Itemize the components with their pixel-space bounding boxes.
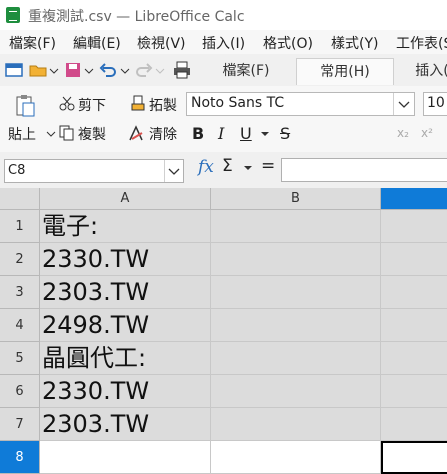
copy-button[interactable]: 複製 (78, 124, 106, 144)
italic-button[interactable]: I (218, 124, 224, 143)
select-all-corner[interactable] (0, 188, 40, 210)
cell-c3[interactable] (381, 276, 447, 309)
row-header-4[interactable]: 4 (0, 309, 40, 342)
name-box-value: C8 (8, 163, 26, 178)
font-size-combobox[interactable]: 10 (423, 92, 447, 116)
underline-button[interactable]: U (240, 124, 252, 143)
sum-dropdown-icon[interactable] (243, 163, 253, 173)
clear-formatting-icon (129, 125, 143, 141)
cut-button[interactable]: 剪下 (78, 95, 106, 115)
cell-c5[interactable] (381, 342, 447, 375)
menu-styles[interactable]: 樣式(Y) (331, 33, 378, 53)
cell-c7[interactable] (381, 408, 447, 441)
row-header-5[interactable]: 5 (0, 342, 40, 375)
cut-icon (59, 96, 75, 111)
subscript-button[interactable]: x₂ (397, 126, 409, 140)
column-header-b[interactable]: B (211, 188, 381, 210)
menu-bar: 檔案(F) 編輯(E) 檢視(V) 插入(I) 格式(O) 樣式(Y) 工作表(… (0, 30, 447, 54)
copy-icon (59, 125, 74, 141)
column-header-a[interactable]: A (40, 188, 211, 210)
tab-insert[interactable]: 插入(N) (400, 58, 447, 84)
menu-file[interactable]: 檔案(F) (9, 33, 56, 53)
cell-c6[interactable] (381, 375, 447, 408)
underline-dropdown-icon[interactable] (259, 128, 271, 140)
open-folder-icon[interactable] (28, 60, 48, 80)
cell-a1[interactable]: 電子: (40, 210, 211, 243)
function-wizard-button[interactable]: fx (198, 157, 214, 177)
font-name-dropdown-icon[interactable] (393, 93, 414, 115)
row-header-2[interactable]: 2 (0, 243, 40, 276)
tab-bar: 檔案(F) 常用(H) 插入(N) (0, 54, 447, 87)
cell-c8-selected[interactable] (381, 441, 447, 474)
cell-a5-text: 晶圓代工: (42, 344, 147, 372)
column-header-c[interactable] (381, 188, 447, 210)
print-icon[interactable] (172, 60, 192, 80)
calc-app-icon (6, 7, 20, 23)
font-size-value: 10 (427, 95, 445, 111)
paste-dropdown-icon[interactable] (45, 124, 57, 142)
cell-a3[interactable]: 2303.TW (40, 276, 211, 309)
clone-formatting-icon (131, 95, 145, 111)
sidebar-toggle-icon[interactable] (4, 60, 24, 80)
paste-button[interactable]: 貼上 (8, 124, 36, 144)
menu-view[interactable]: 檢視(V) (137, 33, 186, 53)
cell-a2-text: 2330.TW (42, 245, 150, 273)
cell-b7[interactable] (211, 408, 381, 441)
name-box-dropdown-icon[interactable] (164, 160, 183, 182)
formula-button[interactable]: = (261, 156, 275, 176)
undo-icon[interactable] (98, 60, 118, 80)
name-box[interactable]: C8 (4, 159, 184, 183)
tab-home[interactable]: 常用(H) (296, 58, 394, 85)
cell-c4[interactable] (381, 309, 447, 342)
cell-b6[interactable] (211, 375, 381, 408)
row-header-3[interactable]: 3 (0, 276, 40, 309)
cell-b2[interactable] (211, 243, 381, 276)
redo-icon[interactable] (134, 60, 154, 80)
cell-b8[interactable] (211, 441, 381, 474)
cell-a2[interactable]: 2330.TW (40, 243, 211, 276)
cell-a5[interactable]: 晶圓代工: (40, 342, 211, 375)
cell-a7-text: 2303.TW (42, 410, 150, 438)
cell-a7[interactable]: 2303.TW (40, 408, 211, 441)
menu-edit[interactable]: 編輯(E) (73, 33, 121, 53)
title-bar: 重複測試.csv — LibreOffice Calc (0, 0, 447, 30)
cell-a6[interactable]: 2330.TW (40, 375, 211, 408)
clear-formatting-button[interactable]: 清除 (149, 124, 177, 144)
cell-a3-text: 2303.TW (42, 278, 150, 306)
window-title: 重複測試.csv — LibreOffice Calc (28, 9, 245, 25)
cell-a4[interactable]: 2498.TW (40, 309, 211, 342)
bold-button[interactable]: B (192, 124, 204, 143)
cell-b3[interactable] (211, 276, 381, 309)
row-header-6[interactable]: 6 (0, 375, 40, 408)
menu-sheet[interactable]: 工作表(S) (396, 33, 447, 53)
font-name-combobox[interactable]: Noto Sans TC (186, 92, 415, 116)
cell-c1[interactable] (381, 210, 447, 243)
cell-b5[interactable] (211, 342, 381, 375)
cell-a6-text: 2330.TW (42, 377, 150, 405)
formula-input[interactable] (281, 158, 447, 182)
paste-icon[interactable] (14, 94, 36, 118)
cell-a4-text: 2498.TW (42, 311, 150, 339)
menu-format[interactable]: 格式(O) (263, 33, 313, 53)
cell-b1[interactable] (211, 210, 381, 243)
sum-button[interactable]: Σ (222, 156, 233, 176)
row-header-8[interactable]: 8 (0, 441, 40, 474)
save-icon[interactable] (63, 60, 83, 80)
menu-insert[interactable]: 插入(I) (202, 33, 245, 53)
row-header-7[interactable]: 7 (0, 408, 40, 441)
clone-formatting-button[interactable]: 拓製 (149, 95, 177, 115)
tab-file[interactable]: 檔案(F) (199, 58, 293, 84)
superscript-button[interactable]: x² (421, 126, 433, 140)
cell-c2[interactable] (381, 243, 447, 276)
font-name-value: Noto Sans TC (191, 95, 285, 111)
cell-a8[interactable] (40, 441, 211, 474)
cell-a1-text: 電子: (42, 212, 99, 240)
cell-b4[interactable] (211, 309, 381, 342)
row-header-1[interactable]: 1 (0, 210, 40, 243)
strikethrough-button[interactable]: S (280, 124, 290, 143)
